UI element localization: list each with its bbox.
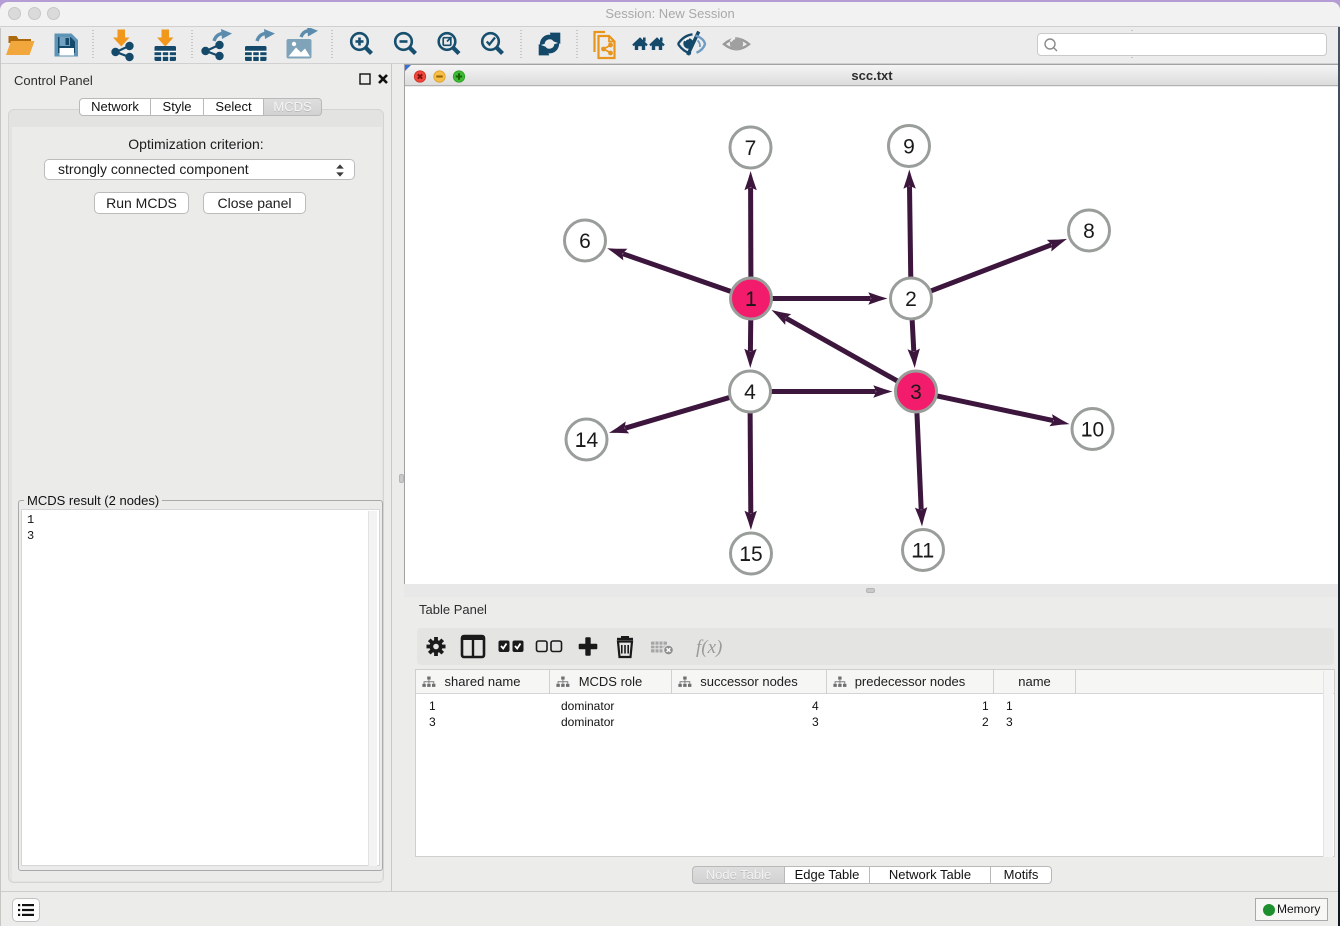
svg-text:7: 7 <box>745 137 757 160</box>
svg-text:8: 8 <box>1083 220 1095 243</box>
svg-text:3: 3 <box>910 381 922 404</box>
svg-text:11: 11 <box>912 540 934 563</box>
svg-text:2: 2 <box>905 288 917 311</box>
svg-text:14: 14 <box>575 429 599 452</box>
svg-text:f(x): f(x) <box>696 637 722 658</box>
svg-text:1: 1 <box>745 288 757 311</box>
svg-text:6: 6 <box>579 230 591 253</box>
svg-text:4: 4 <box>744 381 756 404</box>
svg-text:10: 10 <box>1081 419 1104 442</box>
svg-text:9: 9 <box>903 136 915 159</box>
svg-text:15: 15 <box>739 543 762 566</box>
